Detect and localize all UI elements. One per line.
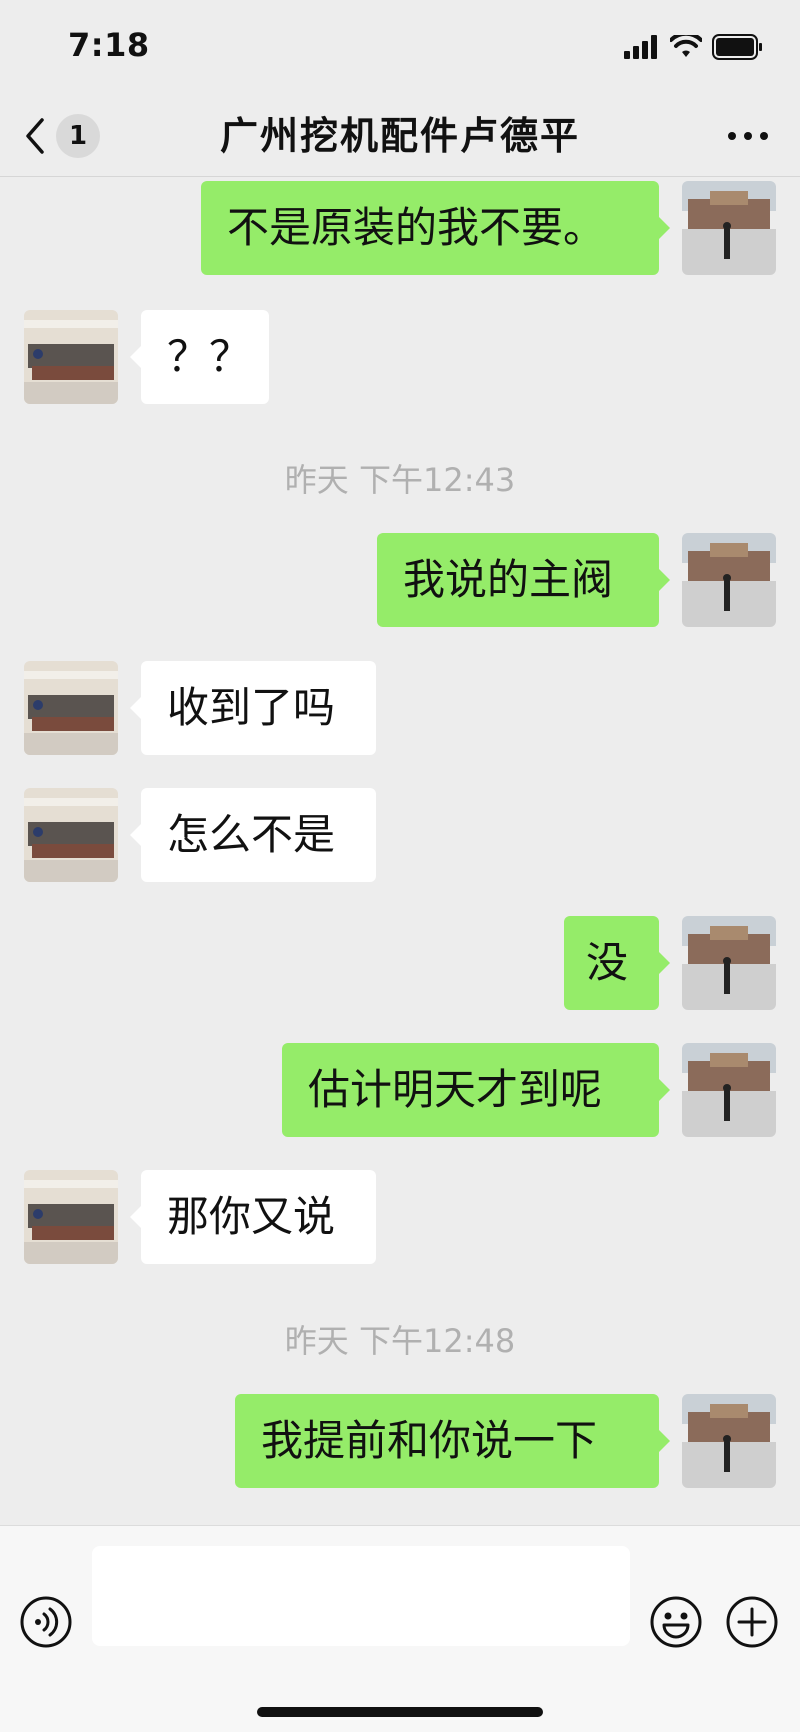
status-time: 7:18: [68, 26, 150, 64]
message-row-self: 我说的主阀: [0, 533, 800, 627]
message-bubble-other[interactable]: ？？: [130, 310, 269, 404]
cellular-signal-icon: [624, 35, 657, 59]
contact-avatar[interactable]: [24, 1170, 118, 1264]
message-bubble-other[interactable]: 那你又说: [130, 1170, 376, 1264]
message-row-other: ？？: [0, 310, 800, 404]
chat-title: 广州挖机配件卢德平: [219, 114, 580, 158]
home-indicator: [257, 1707, 543, 1717]
wifi-icon: [670, 35, 702, 57]
chat-message-list[interactable]: 不是原装的我不要。 ？？ 昨天 下午12:43 我说的主阀 收到了吗 怎么不是 …: [0, 177, 800, 1525]
message-row-self: 我提前和你说一下: [0, 1394, 800, 1488]
message-row-self: 没: [0, 916, 800, 1010]
input-bar: [0, 1525, 800, 1732]
message-bubble-self[interactable]: 我说的主阀: [377, 533, 670, 627]
contact-avatar[interactable]: [24, 310, 118, 404]
status-bar: 7:18: [0, 0, 800, 96]
contact-avatar[interactable]: [24, 788, 118, 882]
emoji-icon[interactable]: [649, 1595, 703, 1649]
message-row-self: 估计明天才到呢: [0, 1043, 800, 1137]
plus-icon[interactable]: [725, 1595, 779, 1649]
message-bubble-self[interactable]: 我提前和你说一下: [235, 1394, 670, 1488]
self-avatar[interactable]: [682, 916, 776, 1010]
message-row-self: 不是原装的我不要。: [0, 181, 800, 275]
timestamp: 昨天 下午12:48: [284, 1322, 516, 1360]
status-icons: [624, 34, 764, 60]
more-dots-icon[interactable]: [724, 120, 772, 152]
self-avatar[interactable]: [682, 181, 776, 275]
contact-avatar[interactable]: [24, 661, 118, 755]
message-bubble-self[interactable]: 没: [564, 916, 670, 1010]
message-input[interactable]: [92, 1546, 630, 1646]
message-row-other: 那你又说: [0, 1170, 800, 1264]
message-bubble-self[interactable]: 估计明天才到呢: [282, 1043, 670, 1137]
message-row-other: 收到了吗: [0, 661, 800, 755]
voice-icon[interactable]: [19, 1595, 73, 1649]
timestamp: 昨天 下午12:43: [284, 461, 516, 499]
self-avatar[interactable]: [682, 533, 776, 627]
message-bubble-other[interactable]: 怎么不是: [130, 788, 376, 882]
message-row-other: 怎么不是: [0, 788, 800, 882]
self-avatar[interactable]: [682, 1394, 776, 1488]
message-bubble-other[interactable]: 收到了吗: [130, 661, 376, 755]
self-avatar[interactable]: [682, 1043, 776, 1137]
battery-icon: [712, 34, 762, 60]
nav-bar: 1 广州挖机配件卢德平: [0, 96, 800, 177]
message-bubble-self[interactable]: 不是原装的我不要。: [201, 181, 670, 275]
